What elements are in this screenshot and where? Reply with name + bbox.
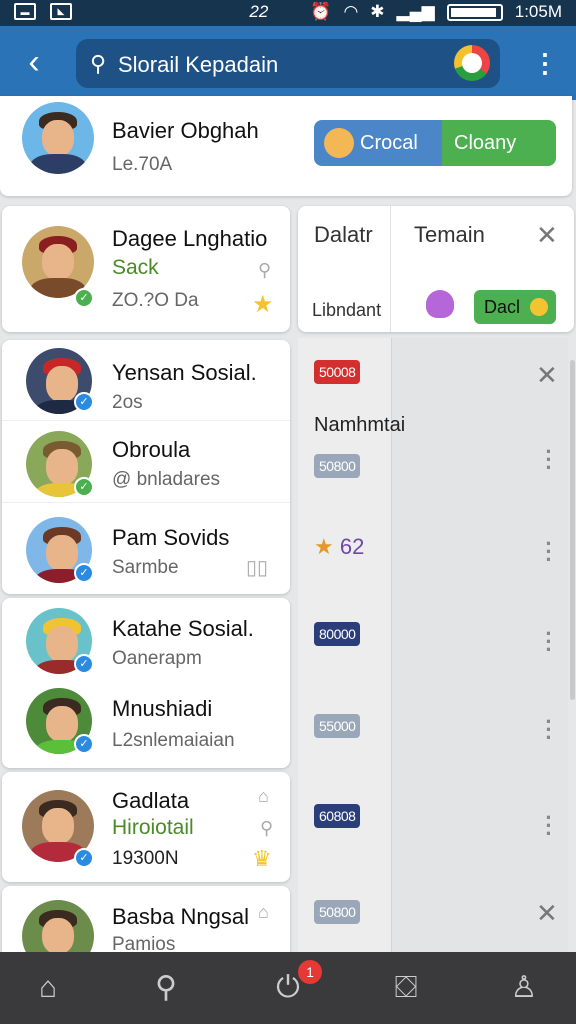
person-icon[interactable]: ♙ — [504, 968, 544, 1008]
contact-meta: 19300N — [112, 848, 179, 869]
app-bar: ‹ ⚲ Slorail Kepadain ⋮ — [0, 26, 576, 100]
contact-sub: Hiroiotail — [112, 816, 194, 839]
contact-group-card: ✓ Katahe Sosial. Oanerapm ✓ Mnushiadi L2… — [2, 598, 290, 768]
tag-icon[interactable]: ⌂ — [258, 786, 269, 807]
more-icon[interactable]: · · · — [544, 807, 554, 845]
cloany-button[interactable]: Cloany — [442, 120, 556, 166]
notification-badge: 1 — [298, 960, 322, 984]
settings-icon[interactable]: ⚲ — [260, 818, 273, 839]
bottom-nav: ⌂ ⚲ ⏻ 1 ⛋ ♙ — [0, 952, 576, 1024]
contact-name: Gadlata — [112, 788, 190, 813]
value-badge: 60808 — [314, 804, 361, 828]
signal-icon: ▂▄▆ — [396, 2, 435, 21]
search-text: Slorail Kepadain — [118, 52, 279, 77]
contact-sub: @ bnladares — [112, 469, 221, 490]
featured-contact-card[interactable]: ✓ Dagee Lnghatio Sack ZO.?O Da ⚲ ★ — [2, 206, 290, 332]
star-icon: ★ — [314, 534, 334, 559]
value-badge: 55000 — [314, 714, 361, 738]
verified-icon: ✓ — [74, 477, 94, 497]
status-bar: ▬ ◣ 22 ⏰ ◠ ✱ ▂▄▆ 1:05M — [0, 0, 576, 26]
contact-name: Mnushiadi — [112, 696, 213, 721]
close-icon[interactable]: ✕ — [536, 220, 558, 251]
contact-row[interactable]: ✓ Katahe Sosial. Oanerapm — [2, 598, 290, 682]
verified-icon: ✓ — [74, 288, 94, 308]
profile-icon[interactable] — [454, 45, 490, 81]
contact-group-card: ✓ Yensan Sosial. 2os ✓ Obroula @ bnladar… — [2, 340, 290, 594]
tab-dalatr[interactable]: Dalatr — [314, 222, 373, 248]
value-badge: 50008 — [314, 360, 361, 384]
home-icon[interactable]: ⌂ — [28, 968, 68, 1008]
info-icon — [530, 298, 548, 316]
settings-icon[interactable]: ⚲ — [258, 260, 271, 281]
search-icon[interactable]: ⚲ — [146, 968, 186, 1008]
value-badge: 80000 — [314, 622, 361, 646]
search-icon: ⚲ — [90, 51, 107, 76]
clock: 1:05M — [514, 2, 562, 21]
contact-sub: Oanerapm — [112, 648, 202, 669]
alarm-icon: ⏰ — [310, 2, 332, 21]
image-icon: ◣ — [50, 3, 72, 20]
battery-icon — [446, 3, 503, 21]
close-icon[interactable]: ✕ — [536, 360, 558, 391]
contact-card[interactable]: ✓ Gadlata Hiroiotail 19300N ⌂ ⚲ ♛ — [2, 772, 290, 882]
tag-icon[interactable]: ⌂ — [258, 902, 269, 923]
crown-icon[interactable]: ♛ — [252, 846, 272, 872]
contact-name: Basba Nngsal — [112, 904, 249, 929]
verified-icon: ✓ — [74, 848, 94, 868]
contact-row[interactable]: ✓ Obroula @ bnladares — [2, 420, 290, 502]
value-badge: 50800 — [314, 454, 361, 478]
more-menu-button[interactable]: ⋮ — [532, 46, 558, 80]
contact-sub: Sack — [112, 256, 159, 279]
contact-sub: Sarmbe — [112, 557, 179, 578]
inbox-icon[interactable]: ⛋ — [386, 968, 426, 1008]
close-icon[interactable]: ✕ — [536, 898, 558, 929]
star-icon[interactable]: ★ — [252, 290, 274, 319]
avatar — [22, 102, 94, 174]
monster-icon — [426, 290, 454, 318]
contact-sub: 2os — [112, 392, 143, 413]
top-contact-card[interactable]: Bavier Obghah Le.70A Crocal Cloany — [0, 96, 572, 196]
book-icon[interactable]: ▯▯ — [246, 555, 268, 580]
smile-icon — [324, 128, 354, 158]
side-title: Namhmtai — [314, 414, 406, 436]
more-icon[interactable]: · · · — [544, 711, 554, 749]
bluetooth-icon: ✱ — [370, 2, 385, 21]
verified-icon: ✓ — [74, 392, 94, 412]
side-panel-header: Dalatr Temain ✕ Libndant Dacl — [298, 206, 574, 332]
contact-name: Katahe Sosial. — [112, 616, 254, 641]
signal-label: 22 — [249, 2, 269, 21]
contact-name: Yensan Sosial. — [112, 360, 257, 385]
contact-sub: L2snlemaiaian — [112, 730, 235, 751]
contact-name: Dagee Lnghatio — [112, 226, 268, 251]
more-icon[interactable]: · · · — [544, 441, 554, 479]
dacl-button[interactable]: Dacl — [474, 290, 556, 324]
contact-row[interactable]: ✓ Mnushiadi L2snlemaiaian — [2, 682, 290, 766]
contact-sub: Le.70A — [112, 154, 173, 175]
more-icon[interactable]: · · · — [544, 533, 554, 571]
wifi-icon: ◠ — [343, 2, 359, 21]
contact-row[interactable]: ✓ Yensan Sosial. 2os — [2, 340, 290, 420]
contact-name: Obroula — [112, 437, 191, 462]
verified-icon: ✓ — [74, 654, 94, 674]
scrollbar[interactable] — [570, 360, 575, 700]
value-badge: 50800 — [314, 900, 361, 924]
tab-temain[interactable]: Temain — [414, 222, 485, 248]
search-bar[interactable]: ⚲ Slorail Kepadain — [76, 39, 500, 88]
notification-icon: ▬ — [14, 3, 36, 20]
back-button[interactable]: ‹ — [16, 42, 52, 82]
contact-row[interactable]: ✓ Pam Sovids Sarmbe ▯▯ — [2, 502, 290, 592]
verified-icon: ✓ — [74, 734, 94, 754]
side-label: Libndant — [312, 300, 382, 320]
contact-meta: ZO.?O Da — [112, 290, 199, 311]
contact-name: Bavier Obghah — [112, 118, 259, 143]
more-icon[interactable]: · · · — [544, 623, 554, 661]
contact-name: Pam Sovids — [112, 525, 230, 550]
value-badge: ★ 62 — [314, 534, 365, 559]
verified-icon: ✓ — [74, 563, 94, 583]
crocal-button[interactable]: Crocal — [314, 120, 442, 166]
